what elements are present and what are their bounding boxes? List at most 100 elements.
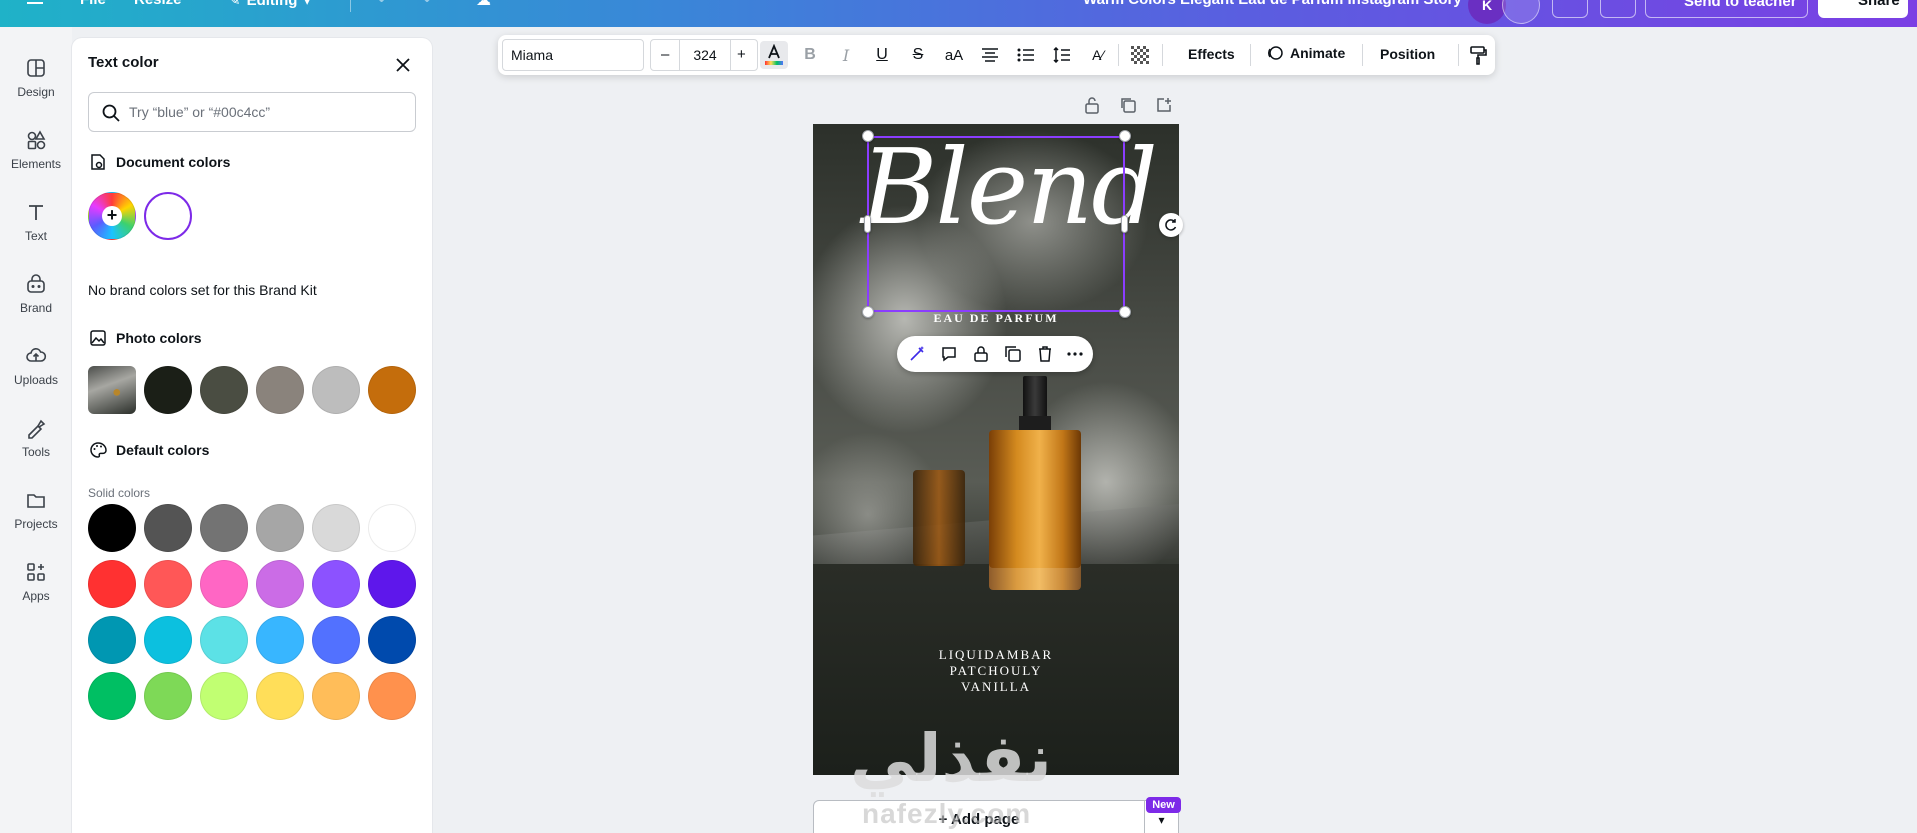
note-line: LIQUIDAMBAR (938, 647, 1054, 662)
text-color-button[interactable] (760, 41, 788, 69)
solid-color-swatch[interactable] (88, 560, 136, 608)
photo-color-swatch[interactable] (256, 366, 304, 414)
rotate-handle[interactable] (1159, 213, 1183, 237)
position-button[interactable]: Position (1380, 46, 1435, 62)
solid-color-swatch[interactable] (368, 504, 416, 552)
resize-handle[interactable] (1119, 306, 1131, 318)
list-icon[interactable] (1012, 41, 1040, 69)
analytics-button[interactable] (1552, 0, 1588, 18)
text-effects-icon[interactable]: A⁄ (1084, 41, 1112, 69)
duplicate-icon[interactable] (1003, 344, 1023, 364)
resize-handle[interactable] (1119, 130, 1131, 142)
effects-button[interactable]: Effects (1188, 46, 1235, 62)
photo-color-swatch[interactable] (144, 366, 192, 414)
solid-color-swatch[interactable] (312, 616, 360, 664)
resize-handle[interactable] (862, 306, 874, 318)
photo-color-swatch[interactable] (200, 366, 248, 414)
solid-color-swatch[interactable] (144, 672, 192, 720)
lock-page-icon[interactable] (1083, 96, 1101, 114)
solid-color-swatch[interactable] (88, 504, 136, 552)
animate-button[interactable]: Animate (1266, 44, 1345, 62)
solid-color-swatch[interactable] (200, 672, 248, 720)
fragrance-notes[interactable]: LIQUIDAMBAR PATCHOULY VANILLA (813, 647, 1179, 695)
resize-button[interactable]: Resize (134, 0, 182, 8)
duplicate-page-icon[interactable] (1119, 96, 1137, 114)
document-title[interactable]: Warm Colors Elegant Eau de Parfum Instag… (1083, 0, 1462, 8)
color-search[interactable] (88, 92, 416, 132)
comment-icon[interactable] (939, 344, 959, 364)
send-to-teacher-button[interactable]: Send to teacher (1645, 0, 1808, 18)
copy-style-icon[interactable] (1464, 41, 1492, 69)
resize-handle[interactable] (862, 130, 874, 142)
add-color-button[interactable]: + (88, 192, 136, 240)
undo-icon[interactable]: ↶ (378, 0, 391, 9)
strikethrough-icon[interactable]: S (904, 41, 932, 69)
solid-color-swatch[interactable] (256, 560, 304, 608)
editing-mode-button[interactable]: ✎ Editing ▾ (228, 0, 311, 9)
solid-color-swatch[interactable] (256, 504, 304, 552)
resize-handle[interactable] (1121, 215, 1128, 233)
top-bar: File Resize ✎ Editing ▾ ↶ ↷ ☁ Warm Color… (0, 0, 1917, 27)
solid-color-swatch[interactable] (256, 672, 304, 720)
document-color-swatch[interactable] (144, 192, 192, 240)
close-icon[interactable] (392, 54, 414, 76)
photo-thumbnail[interactable] (88, 366, 136, 414)
solid-color-swatch[interactable] (200, 504, 248, 552)
rotate-icon (1165, 219, 1177, 231)
add-collaborator-button[interactable] (1502, 0, 1540, 24)
solid-color-swatch[interactable] (312, 504, 360, 552)
palette-icon (90, 442, 107, 458)
avatar[interactable]: K (1468, 0, 1506, 24)
spacing-icon[interactable] (1048, 41, 1076, 69)
trash-icon[interactable] (1035, 344, 1055, 364)
add-page-icon[interactable] (1155, 96, 1173, 114)
underline-icon[interactable]: U (868, 41, 896, 69)
align-center-icon[interactable] (976, 41, 1004, 69)
cloud-save-icon[interactable]: ☁ (476, 0, 491, 9)
solid-color-swatch[interactable] (200, 616, 248, 664)
rail-item-brand[interactable]: Brand (0, 264, 72, 326)
solid-color-swatch[interactable] (144, 560, 192, 608)
perfume-bottle (989, 430, 1081, 590)
solid-color-swatch[interactable] (256, 616, 304, 664)
comments-button[interactable] (1600, 0, 1636, 18)
transparency-icon[interactable] (1126, 41, 1154, 69)
font-size-input[interactable]: 324 (679, 40, 731, 70)
menu-icon[interactable] (26, 0, 44, 5)
more-icon[interactable] (1065, 344, 1085, 364)
rail-item-design[interactable]: Design (0, 48, 72, 110)
solid-color-swatch[interactable] (144, 616, 192, 664)
solid-color-swatch[interactable] (312, 560, 360, 608)
share-button[interactable]: Share (1818, 0, 1908, 18)
lock-icon[interactable] (971, 344, 991, 364)
solid-color-swatch[interactable] (368, 616, 416, 664)
italic-icon[interactable]: I (832, 41, 860, 69)
solid-color-swatch[interactable] (200, 560, 248, 608)
rail-item-apps[interactable]: Apps (0, 552, 72, 614)
file-menu[interactable]: File (80, 0, 106, 8)
increase-size-button[interactable]: + (737, 46, 746, 63)
color-search-input[interactable] (129, 101, 399, 123)
photo-color-swatch[interactable] (368, 366, 416, 414)
solid-color-swatch[interactable] (368, 672, 416, 720)
magic-write-icon[interactable] (907, 344, 927, 364)
resize-handle[interactable] (864, 215, 871, 233)
decrease-size-button[interactable]: – (661, 46, 669, 63)
solid-color-swatch[interactable] (368, 560, 416, 608)
default-colors-label: Default colors (116, 442, 210, 458)
rail-item-projects[interactable]: Projects (0, 480, 72, 542)
solid-color-swatch[interactable] (312, 672, 360, 720)
solid-color-swatch[interactable] (144, 504, 192, 552)
bold-icon[interactable]: B (796, 41, 824, 69)
rail-item-elements[interactable]: Elements (0, 120, 72, 182)
photo-color-swatch[interactable] (312, 366, 360, 414)
rail-item-text[interactable]: Text (0, 192, 72, 254)
letter-case-icon[interactable]: aA (940, 41, 968, 69)
redo-icon[interactable]: ↷ (418, 0, 431, 9)
document-palette-icon (91, 154, 105, 170)
rail-item-uploads[interactable]: Uploads (0, 336, 72, 398)
solid-color-swatch[interactable] (88, 616, 136, 664)
rail-item-tools[interactable]: Tools (0, 408, 72, 470)
font-family-dropdown[interactable]: Miama (502, 39, 644, 71)
solid-color-swatch[interactable] (88, 672, 136, 720)
